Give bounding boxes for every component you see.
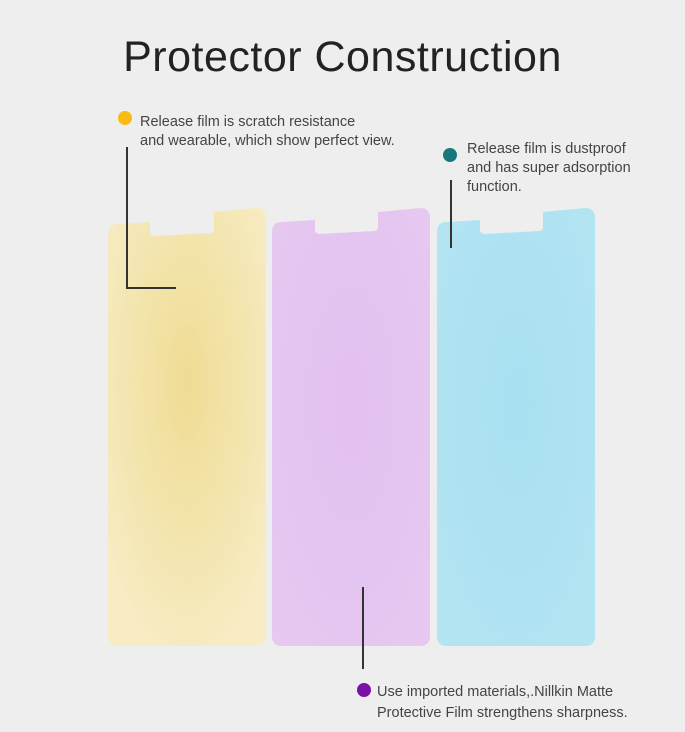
callout-scratch-resistance: Release film is scratch resistance and w… <box>140 113 395 151</box>
callout-dustproof: Release film is dustproof and has super … <box>467 140 631 197</box>
pointer-line-vertical <box>450 180 452 248</box>
yellow-dot-icon <box>118 111 132 125</box>
callout-line: function. <box>467 179 522 195</box>
callout-line: Release film is dustproof <box>467 141 626 157</box>
film-layer-middle <box>272 208 430 646</box>
pointer-line-vertical <box>126 147 128 289</box>
callout-line: Release film is scratch resistance <box>140 114 356 130</box>
callout-line: and wearable, which show perfect view. <box>140 133 395 149</box>
film-layer-bottom <box>437 208 595 646</box>
callout-line: Protective Film strengthens sharpness. <box>377 705 628 721</box>
film-layer-top <box>108 208 266 646</box>
callout-imported-materials: Use imported materials,.Nillkin Matte Pr… <box>377 683 628 723</box>
pointer-line-vertical <box>362 587 364 669</box>
pointer-line-horizontal <box>126 287 176 289</box>
teal-dot-icon <box>443 148 457 162</box>
callout-line: and has super adsorption <box>467 160 631 176</box>
callout-line: Use imported materials,.Nillkin Matte <box>377 684 614 700</box>
purple-dot-icon <box>357 683 371 697</box>
protector-layers <box>108 208 595 646</box>
